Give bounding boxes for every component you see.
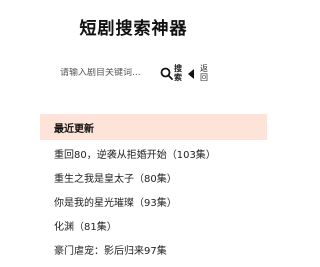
drama-list-item[interactable]: 你是我的星光璀璨（93集） [54,189,267,213]
drama-list-item[interactable]: 豪门虐宠：影后归来97集 [54,237,267,261]
back-button[interactable]: 返 回 [188,64,208,83]
latest-updates-section: 最近更新 重回80，逆袭从拒婚开始（103集） 重生之我是皇太子（80集） 你是… [40,114,267,267]
back-button-label: 返 回 [200,64,208,82]
search-bar: 搜 索 返 回 [60,58,230,88]
latest-updates-header: 最近更新 [40,114,267,140]
drama-list-item[interactable]: 化渊（81集） [54,213,267,237]
drama-list-item[interactable]: 重生之我是皇太子（80集） [54,165,267,189]
search-button-label: 搜 索 [174,64,182,82]
back-arrow-icon [188,64,195,83]
app-title: 短剧搜索神器 [79,19,188,39]
drama-list-item[interactable]: 重回80，逆袭从拒婚开始（103集） [54,141,267,165]
search-input[interactable] [60,68,152,78]
drama-list: 重回80，逆袭从拒婚开始（103集） 重生之我是皇太子（80集） 你是我的星光璀… [40,141,267,261]
search-icon [160,67,173,80]
search-button[interactable]: 搜 索 [160,64,182,82]
